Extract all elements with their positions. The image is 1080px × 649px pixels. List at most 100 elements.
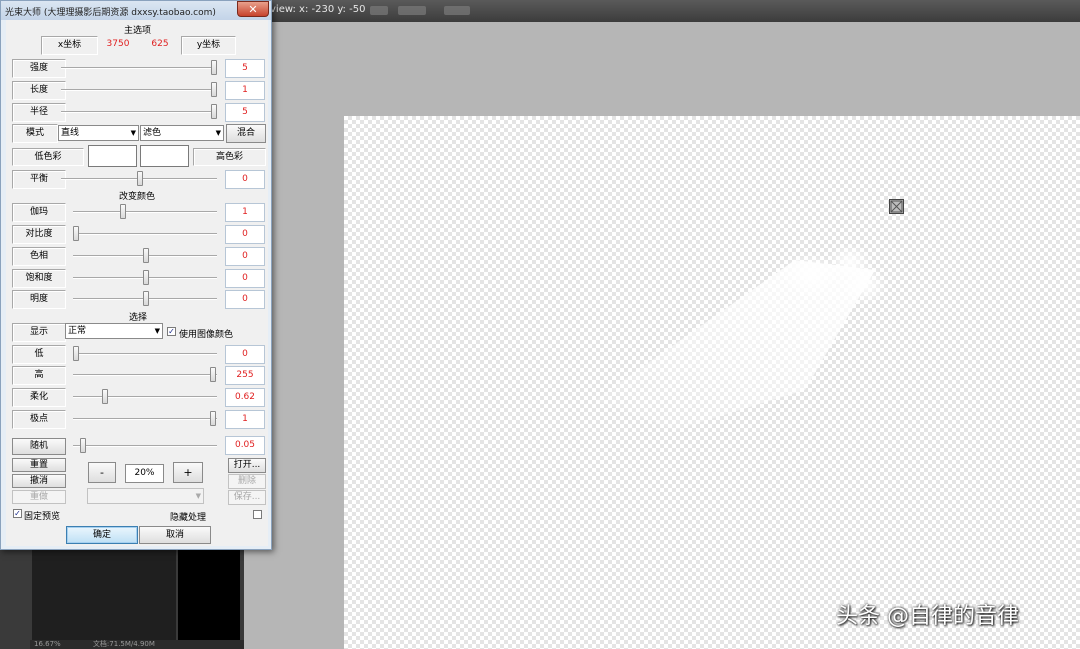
- cancel-button[interactable]: 取消: [139, 526, 211, 544]
- fixed-preview-label: 固定预览: [24, 512, 61, 522]
- hide-processing-label: 隐藏处理: [170, 513, 207, 523]
- contrast-value[interactable]: 0: [225, 225, 265, 244]
- length-value[interactable]: 1: [225, 81, 265, 100]
- high-color-swatch[interactable]: [140, 145, 189, 167]
- saturation-value[interactable]: 0: [225, 269, 265, 288]
- chevron-down-icon: ▼: [215, 129, 221, 137]
- low-color-label: 低色彩: [12, 148, 84, 166]
- length-label: 长度: [12, 81, 66, 100]
- saturation-slider-thumb[interactable]: [143, 270, 149, 285]
- hue-value[interactable]: 0: [225, 247, 265, 266]
- x-coord-value[interactable]: 3750: [98, 36, 138, 55]
- mode-select-value: 直线: [61, 128, 80, 138]
- random-slider-thumb[interactable]: [80, 438, 86, 453]
- blend-select[interactable]: 滤色 ▼: [140, 125, 224, 141]
- y-coord-value[interactable]: 625: [139, 36, 181, 55]
- high-slider-track[interactable]: [73, 374, 217, 376]
- fixed-preview-checkbox[interactable]: ✓: [13, 509, 22, 518]
- hue-label: 色相: [12, 247, 66, 266]
- delete-button[interactable]: 删除: [228, 474, 266, 489]
- zoom-in-button[interactable]: +: [173, 462, 203, 483]
- soften-slider-track[interactable]: [73, 396, 217, 398]
- blend-button[interactable]: 混合: [226, 124, 266, 143]
- display-select[interactable]: 正常 ▼: [65, 323, 163, 339]
- pole-value[interactable]: 1: [225, 410, 265, 429]
- zoom-level: 20%: [125, 464, 164, 483]
- random-value[interactable]: 0.05: [225, 436, 265, 455]
- photoshop-navigator-preview: [32, 548, 176, 640]
- chevron-down-icon: ▼: [195, 492, 201, 500]
- balance-label: 平衡: [12, 170, 66, 189]
- strength-value[interactable]: 5: [225, 59, 265, 78]
- radius-value[interactable]: 5: [225, 103, 265, 122]
- ok-button[interactable]: 确定: [66, 526, 138, 544]
- use-image-color-label: 使用图像颜色: [179, 330, 234, 340]
- radius-slider-thumb[interactable]: [211, 104, 217, 119]
- blurred-info: [444, 6, 470, 15]
- radius-slider-track[interactable]: [61, 111, 217, 113]
- random-button[interactable]: 随机: [12, 438, 66, 455]
- beam-center-marker[interactable]: [889, 199, 904, 214]
- gamma-slider-thumb[interactable]: [120, 204, 126, 219]
- low-color-swatch[interactable]: [88, 145, 137, 167]
- light-beam-dialog: 光束大师 (大理理摄影后期资源 dxxsy.taobao.com) ✕ 主选项 …: [0, 0, 272, 550]
- crosshair-icon: [890, 200, 903, 213]
- saturation-label: 饱和度: [12, 269, 66, 288]
- high-value[interactable]: 255: [225, 366, 265, 385]
- brightness-label: 明度: [12, 290, 66, 309]
- photoshop-panel-black: [178, 548, 240, 640]
- pole-slider-thumb[interactable]: [210, 411, 216, 426]
- preset-select[interactable]: ▼: [87, 488, 204, 504]
- gamma-value[interactable]: 1: [225, 203, 265, 222]
- change-color-section-title: 改变颜色: [119, 192, 156, 202]
- info-readout: view: x: -230 y: -50: [270, 4, 366, 15]
- use-image-color-checkbox[interactable]: ✓: [167, 327, 176, 336]
- low-label: 低: [12, 345, 66, 364]
- high-label: 高: [12, 366, 66, 385]
- balance-slider-thumb[interactable]: [137, 171, 143, 186]
- contrast-slider-track[interactable]: [73, 233, 217, 235]
- brightness-value[interactable]: 0: [225, 290, 265, 309]
- blurred-info: [370, 6, 388, 15]
- low-value[interactable]: 0: [225, 345, 265, 364]
- dialog-title: 光束大师 (大理理摄影后期资源 dxxsy.taobao.com): [5, 8, 216, 18]
- brightness-slider-thumb[interactable]: [143, 291, 149, 306]
- high-color-label: 高色彩: [193, 148, 266, 166]
- undo-button[interactable]: 撤消: [12, 474, 66, 488]
- status-doc-size: 文档:71.5M/4.90M: [92, 640, 155, 648]
- soften-slider-thumb[interactable]: [102, 389, 108, 404]
- balance-value[interactable]: 0: [225, 170, 265, 189]
- dialog-titlebar[interactable]: 光束大师 (大理理摄影后期资源 dxxsy.taobao.com) ✕: [1, 1, 271, 20]
- gamma-slider-track[interactable]: [73, 211, 217, 213]
- hide-processing-checkbox[interactable]: [253, 510, 262, 519]
- hue-slider-thumb[interactable]: [143, 248, 149, 263]
- photoshop-status-bar: 16.67% 文档:71.5M/4.90M: [30, 640, 244, 649]
- pole-label: 极点: [12, 410, 66, 429]
- display-label: 显示: [12, 323, 66, 342]
- save-button[interactable]: 保存...: [228, 490, 266, 505]
- main-section-title: 主选项: [124, 26, 152, 36]
- soften-label: 柔化: [12, 388, 66, 407]
- strength-slider-track[interactable]: [61, 67, 217, 69]
- dialog-content: 主选项 x坐标 3750 625 y坐标 强度 5 长度 1 半径 5 模式 直…: [6, 20, 268, 546]
- high-slider-thumb[interactable]: [210, 367, 216, 382]
- redo-button[interactable]: 重做: [12, 490, 66, 504]
- low-slider-thumb[interactable]: [73, 346, 79, 361]
- radius-label: 半径: [12, 103, 66, 122]
- length-slider-thumb[interactable]: [211, 82, 217, 97]
- strength-slider-thumb[interactable]: [211, 60, 217, 75]
- close-button[interactable]: ✕: [237, 1, 269, 17]
- strength-label: 强度: [12, 59, 66, 78]
- contrast-slider-thumb[interactable]: [73, 226, 79, 241]
- open-button[interactable]: 打开...: [228, 458, 266, 473]
- length-slider-track[interactable]: [61, 89, 217, 91]
- pole-slider-track[interactable]: [73, 418, 217, 420]
- zoom-out-button[interactable]: -: [88, 462, 116, 483]
- mode-select[interactable]: 直线 ▼: [58, 125, 139, 141]
- soften-value[interactable]: 0.62: [225, 388, 265, 407]
- low-slider-track[interactable]: [73, 353, 217, 355]
- y-coord-label: y坐标: [181, 36, 236, 55]
- random-slider-track[interactable]: [73, 445, 217, 447]
- watermark: 头条 @自律的音律: [836, 604, 1019, 629]
- reset-button[interactable]: 重置: [12, 458, 66, 472]
